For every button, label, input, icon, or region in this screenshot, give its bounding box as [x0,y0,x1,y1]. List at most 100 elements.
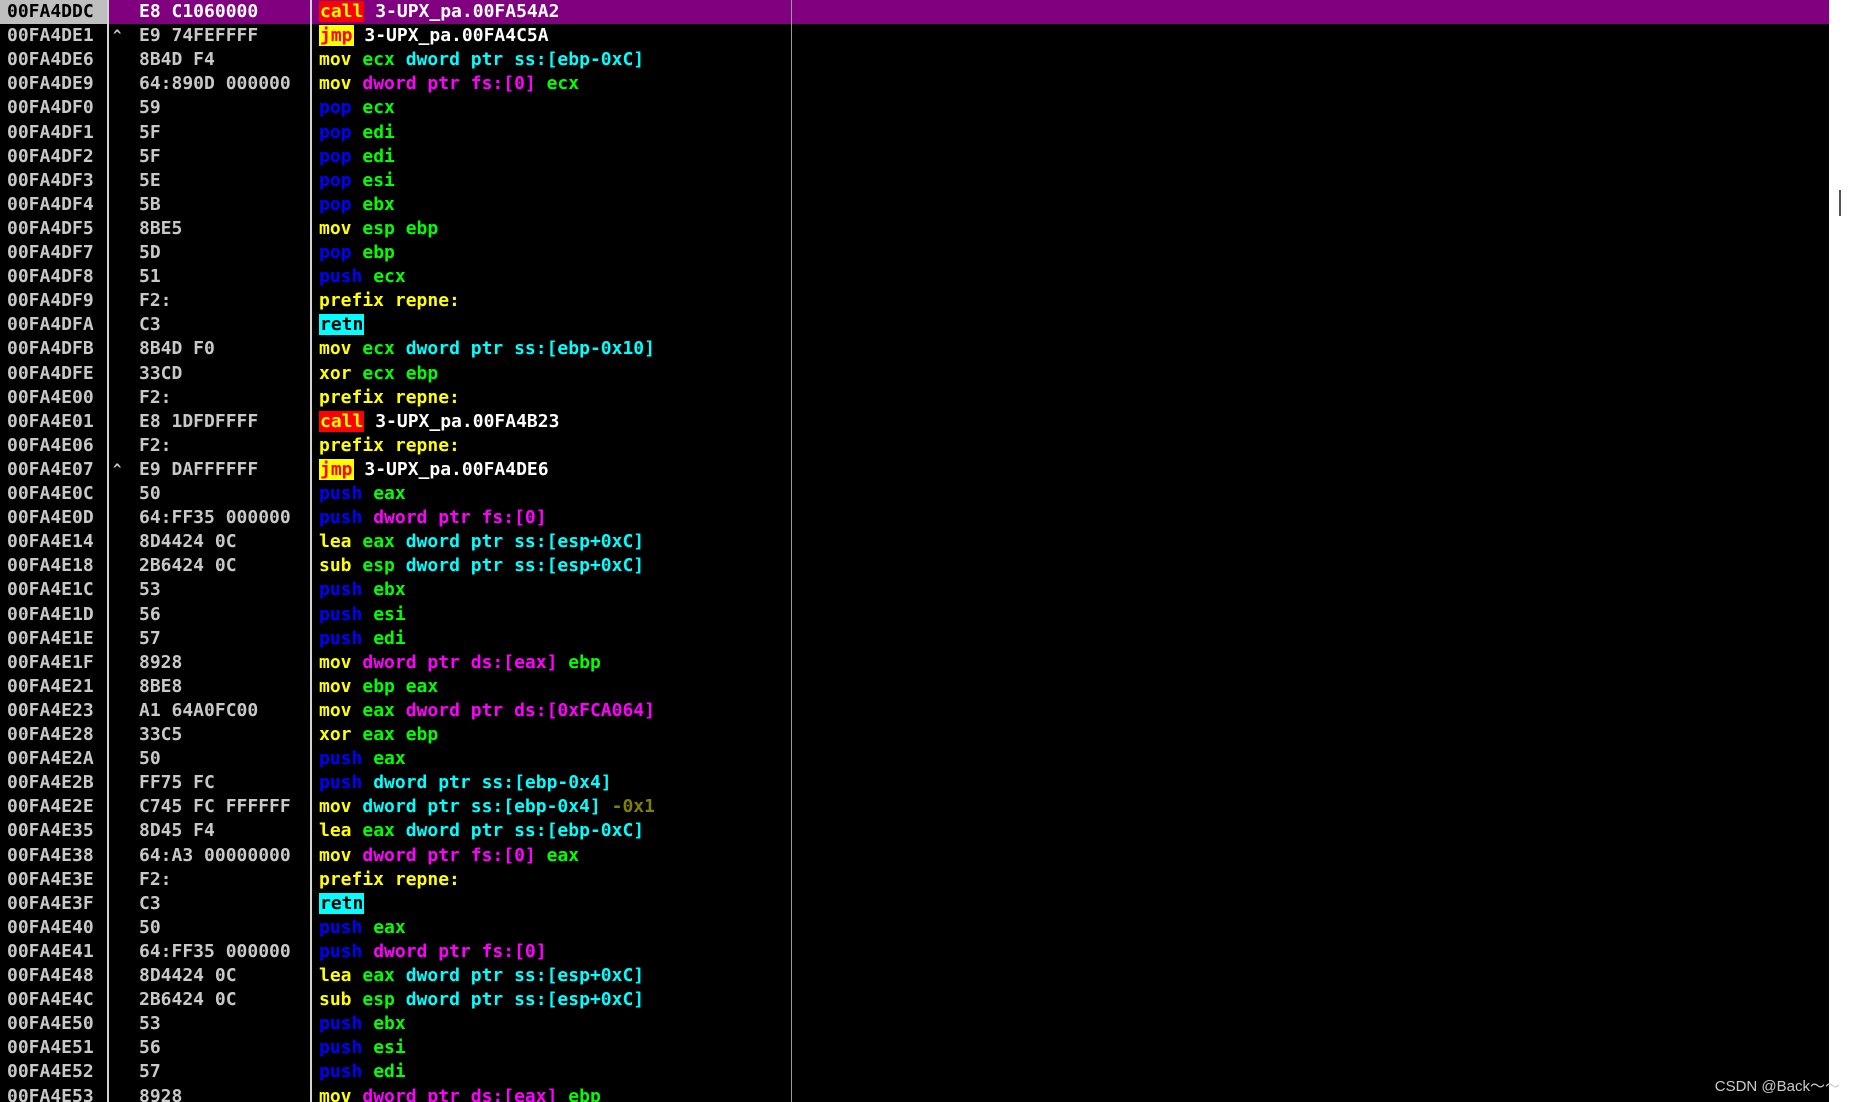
asm-token: prefix repne: [319,869,460,890]
row-address: 00FA4E23 [7,700,94,721]
row-bytes: 64:FF35 000000 [139,941,291,962]
row-address: 00FA4DF1 [7,122,94,143]
asm-token: , [535,73,547,94]
disasm-row[interactable]: 00FA4E40 50 push eax [0,916,1829,940]
asm-token: ebp [405,218,439,239]
asm-token [352,338,363,359]
disasm-row[interactable]: 00FA4E52 57 push edi [0,1060,1829,1084]
asm-token: dword ptr fs:[0] [373,507,547,528]
disasm-row[interactable]: 00FA4E51 56 push esi [0,1036,1829,1060]
row-bytes: 33C5 [139,724,183,745]
asm-token [352,122,363,143]
row-instruction: lea eax,dword ptr ss:[ebp-0xC] [319,819,789,843]
row-bytes: 5F [139,146,161,167]
disasm-row[interactable]: 00FA4E0D 64:FF35 000000 push dword ptr fs:… [0,506,1829,530]
disasm-row[interactable]: 00FA4DF2 5F pop edi [0,145,1829,169]
asm-token: eax [373,917,406,938]
disasm-row[interactable]: 00FA4E2B FF75 FC push dword ptr ss:[ebp-0x… [0,771,1829,795]
disasm-row[interactable]: 00FA4DF3 5E pop esi [0,169,1829,193]
disasm-row[interactable]: 00FA4E23 A1 64A0FC00 mov eax,dword ptr ds:… [0,699,1829,723]
asm-token: dword ptr ss:[ebp-0xC] [405,49,645,70]
scrollbar-thumb[interactable] [1839,190,1841,216]
asm-token [352,796,363,817]
row-address: 00FA4DFA [7,314,94,335]
disasm-row[interactable]: 00FA4DF5 8BE5 mov esp,ebp [0,217,1829,241]
disasm-row[interactable]: 00FA4DDC E8 C1060000 call 3-UPX_pa.00FA54A… [0,0,1829,24]
asm-token [362,748,373,769]
disasm-row[interactable]: 00FA4DE9 64:890D 000000 mov dword ptr fs:[… [0,72,1829,96]
asm-token [362,1013,373,1034]
asm-token: eax [405,676,439,697]
asm-token: push [319,941,363,962]
disasm-row[interactable]: 00FA4E1D 56 push esi [0,603,1829,627]
disasm-row[interactable]: 00FA4E4C 2B6424 0C sub esp,dword ptr ss:[e… [0,988,1829,1012]
asm-token: mov [319,676,352,697]
disasm-row[interactable]: 00FA4E0C 50 push eax [0,482,1829,506]
asm-token: pop [319,170,352,191]
asm-token: 3-UPX_pa.00FA4B23 [375,411,560,432]
asm-token: eax [373,748,406,769]
disasm-row[interactable]: 00FA4DFA C3 retn [0,313,1829,337]
disasm-row[interactable]: 00FA4DF4 5B pop ebx [0,193,1829,217]
asm-token: dword ptr fs:[0] [362,845,536,866]
disasm-row[interactable]: 00FA4E38 64:A3 00000000 mov dword ptr fs:[… [0,844,1829,868]
disasm-row[interactable]: 00FA4E14 8D4424 0C lea eax,dword ptr ss:[e… [0,530,1829,554]
disasm-row[interactable]: 00FA4E06 F2: prefix repne: [0,434,1829,458]
row-instruction: push eax [319,482,789,506]
disasm-row[interactable]: 00FA4E28 33C5 xor eax,ebp [0,723,1829,747]
disasm-row[interactable]: 00FA4DF9 F2: prefix repne: [0,289,1829,313]
disasm-row[interactable]: 00FA4E3F C3 retn [0,892,1829,916]
row-address: 00FA4E4C [7,989,94,1010]
row-address: 00FA4E35 [7,820,94,841]
disasm-row[interactable]: 00FA4E53 8928 mov dword ptr ds:[eax],ebp [0,1085,1829,1102]
disasm-row[interactable]: 00FA4E21 8BE8 mov ebp,eax [0,675,1829,699]
disasm-row[interactable]: 00FA4E2E C745 FC FFFFFF mov dword ptr ss:[… [0,795,1829,819]
row-instruction: prefix repne: [319,289,789,313]
row-instruction: sub esp,dword ptr ss:[esp+0xC] [319,554,789,578]
disasm-row[interactable]: 00FA4E48 8D4424 0C lea eax,dword ptr ss:[e… [0,964,1829,988]
disasm-row[interactable]: 00FA4E1F 8928 mov dword ptr ds:[eax],ebp [0,651,1829,675]
disasm-row[interactable]: 00FA4E00 F2: prefix repne: [0,386,1829,410]
row-address: 00FA4E2E [7,796,94,817]
row-instruction: lea eax,dword ptr ss:[esp+0xC] [319,964,789,988]
disasm-row[interactable]: 00FA4E1C 53 push ebx [0,578,1829,602]
disasm-row[interactable]: 00FA4E1E 57 push edi [0,627,1829,651]
disasm-row[interactable]: 00FA4E41 64:FF35 000000 push dword ptr fs:… [0,940,1829,964]
row-instruction: pop ecx [319,96,789,120]
vertical-scrollbar[interactable] [1829,0,1852,1102]
disasm-row[interactable]: 00FA4E18 2B6424 0C sub esp,dword ptr ss:[e… [0,554,1829,578]
asm-token [362,1037,373,1058]
row-bytes: 64:890D 000000 [139,73,291,94]
disasm-row[interactable]: 00FA4E35 8D45 F4 lea eax,dword ptr ss:[ebp… [0,819,1829,843]
disasm-row[interactable]: 00FA4DFB 8B4D F0 mov ecx,dword ptr ss:[ebp… [0,337,1829,361]
row-bytes: 8B4D F0 [139,338,215,359]
disasm-row[interactable]: 00FA4E01 E8 1DFDFFFF call 3-UPX_pa.00FA4B2… [0,410,1829,434]
disasm-row[interactable]: 00FA4DF1 5F pop edi [0,121,1829,145]
asm-token [352,242,363,263]
asm-token: lea [319,965,352,986]
asm-token: esi [373,1037,406,1058]
row-address: 00FA4E40 [7,917,94,938]
asm-token: call [319,1,365,22]
disasm-row[interactable]: 00FA4DE1 ^ E9 74FEFFFF jmp 3-UPX_pa.00FA4C5… [0,24,1829,48]
disasm-row[interactable]: 00FA4DF7 5D pop ebp [0,241,1829,265]
asm-token: dword ptr ds:[eax] [362,1086,558,1102]
disasm-row[interactable]: 00FA4DE6 8B4D F4 mov ecx,dword ptr ss:[ebp… [0,48,1829,72]
disasm-row[interactable]: 00FA4DFE 33CD xor ecx,ebp [0,362,1829,386]
asm-token: esp [362,555,395,576]
asm-token: , [394,700,406,721]
row-instruction: push eax [319,916,789,940]
row-instruction: push eax [319,747,789,771]
disasm-row[interactable]: 00FA4E50 53 push ebx [0,1012,1829,1036]
asm-token: push [319,772,363,793]
disasm-row[interactable]: 00FA4E07 ^ E9 DAFFFFFF jmp 3-UPX_pa.00FA4DE… [0,458,1829,482]
disassembly-view[interactable]: 00FA4DDC E8 C1060000 call 3-UPX_pa.00FA54A… [0,0,1829,1102]
disasm-row[interactable]: 00FA4E2A 50 push eax [0,747,1829,771]
asm-token: push [319,748,363,769]
disasm-row[interactable]: 00FA4E3E F2: prefix repne: [0,868,1829,892]
disasm-row[interactable]: 00FA4DF8 51 push ecx [0,265,1829,289]
disasm-row[interactable]: 00FA4DF0 59 pop ecx [0,96,1829,120]
asm-token: push [319,579,363,600]
asm-token [362,507,373,528]
row-address: 00FA4DF3 [7,170,94,191]
